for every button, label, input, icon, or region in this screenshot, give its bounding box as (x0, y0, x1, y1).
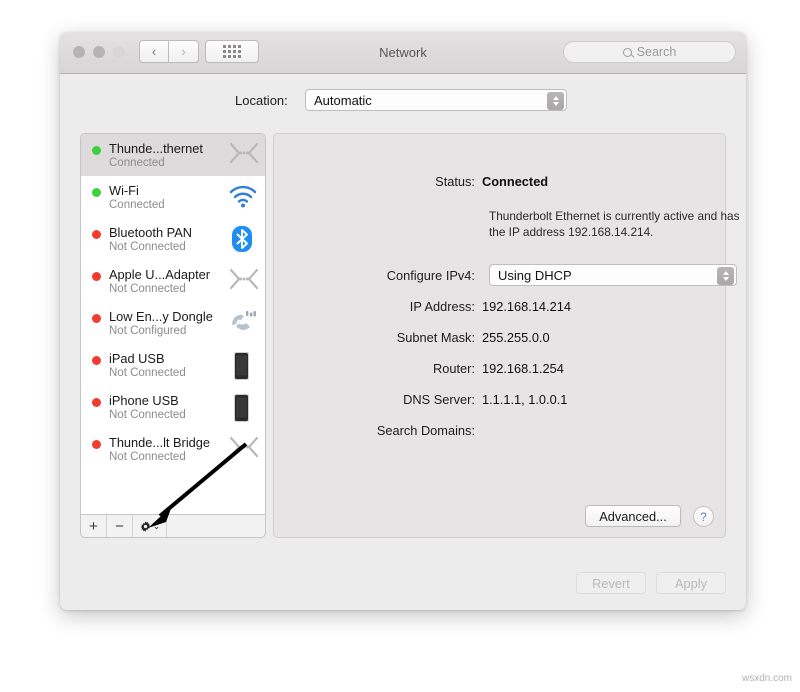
window-titlebar: ‹ › Network Search (60, 32, 746, 74)
service-list-item[interactable]: Thunde...thernetConnected (81, 134, 265, 176)
service-list-item[interactable]: iPad USBNot Connected (81, 344, 265, 386)
location-value: Automatic (314, 93, 372, 108)
apply-label: Apply (675, 576, 707, 591)
add-service-button[interactable]: + (81, 515, 107, 537)
status-dot (92, 314, 101, 323)
search-input[interactable]: Search (563, 41, 736, 63)
dns-server-row: DNS Server: 1.1.1.1, 1.0.0.1 (274, 392, 725, 407)
search-placeholder: Search (637, 45, 677, 59)
status-description: Thunderbolt Ethernet is currently active… (489, 208, 746, 240)
service-list-item[interactable]: Low En...y DongleNot Configured (81, 302, 265, 344)
dns-server-value: 1.1.1.1, 1.0.0.1 (482, 392, 567, 407)
subnet-mask-value: 255.255.0.0 (482, 330, 550, 345)
wifi-icon (228, 183, 258, 211)
ip-address-label: IP Address: (274, 299, 482, 314)
search-domains-row: Search Domains: (274, 423, 725, 438)
advanced-button[interactable]: Advanced... (585, 505, 681, 527)
service-detail-panel: Status: Connected Thunderbolt Ethernet i… (273, 133, 726, 538)
search-domains-label: Search Domains: (274, 423, 482, 438)
router-label: Router: (274, 361, 482, 376)
service-list-item[interactable]: iPhone USBNot Connected (81, 386, 265, 428)
help-button[interactable]: ? (693, 506, 714, 527)
service-actions-menu-button[interactable]: ⌄ (133, 515, 167, 537)
watermark: wsxdn.com (742, 673, 792, 684)
configure-ipv4-label: Configure IPv4: (274, 268, 482, 283)
location-dropdown[interactable]: Automatic (305, 89, 567, 111)
footer-buttons: Revert Apply (576, 572, 726, 594)
bluetooth-icon (228, 225, 256, 253)
service-list-item[interactable]: Thunde...lt BridgeNot Connected (81, 428, 265, 470)
chevron-updown-icon (547, 92, 564, 110)
modem-phone-icon (228, 309, 258, 335)
service-list-item[interactable]: Bluetooth PANNot Connected (81, 218, 265, 260)
thunderbolt-ethernet-icon (228, 267, 258, 295)
advanced-label: Advanced... (599, 509, 667, 524)
search-icon (623, 48, 632, 57)
remove-service-button[interactable]: − (107, 515, 133, 537)
iphone-device-icon (228, 393, 254, 423)
status-dot (92, 398, 101, 407)
status-label: Status: (274, 174, 482, 189)
ipad-device-icon (228, 351, 258, 379)
router-row: Router: 192.168.1.254 (274, 361, 725, 376)
toolbar-filler (167, 515, 265, 537)
gear-icon (139, 520, 152, 533)
dns-server-label: DNS Server: (274, 392, 482, 407)
status-dot (92, 356, 101, 365)
status-dot (92, 230, 101, 239)
location-row: Location: Automatic (60, 85, 746, 115)
thunderbolt-ethernet-icon (228, 141, 260, 165)
ip-address-row: IP Address: 192.168.14.214 (274, 299, 725, 314)
iphone-device-icon (228, 393, 258, 421)
thunderbolt-ethernet-icon (228, 435, 258, 463)
status-dot (92, 188, 101, 197)
wifi-icon (228, 183, 258, 209)
subnet-mask-row: Subnet Mask: 255.255.0.0 (274, 330, 725, 345)
network-service-list[interactable]: Thunde...thernetConnectedWi-FiConnectedB… (80, 133, 266, 515)
minus-icon: − (115, 518, 124, 535)
status-value: Connected (482, 174, 548, 189)
status-row: Status: Connected (274, 174, 725, 189)
service-list-item[interactable]: Wi-FiConnected (81, 176, 265, 218)
network-preferences-window: ‹ › Network Search Location: Automatic T… (60, 32, 746, 610)
ipad-device-icon (228, 351, 254, 381)
bluetooth-icon (228, 225, 258, 253)
ip-address-value: 192.168.14.214 (482, 299, 571, 314)
configure-ipv4-dropdown[interactable]: Using DHCP (489, 264, 737, 286)
revert-label: Revert (592, 576, 630, 591)
modem-phone-icon (228, 309, 258, 337)
thunderbolt-ethernet-icon (228, 435, 260, 459)
subnet-mask-label: Subnet Mask: (274, 330, 482, 345)
revert-button[interactable]: Revert (576, 572, 646, 594)
router-value: 192.168.1.254 (482, 361, 564, 376)
service-list-toolbar: + − ⌄ (80, 515, 266, 538)
location-label: Location: (235, 93, 288, 108)
plus-icon: + (89, 518, 98, 535)
chevron-updown-icon (717, 267, 734, 285)
configure-ipv4-value: Using DHCP (498, 268, 572, 283)
question-mark-icon: ? (700, 510, 707, 524)
status-dot (92, 272, 101, 281)
status-dot (92, 146, 101, 155)
thunderbolt-ethernet-icon (228, 267, 260, 291)
status-dot (92, 440, 101, 449)
apply-button[interactable]: Apply (656, 572, 726, 594)
chevron-down-icon: ⌄ (153, 521, 161, 532)
thunderbolt-ethernet-icon (228, 141, 258, 169)
service-list-item[interactable]: Apple U...AdapterNot Connected (81, 260, 265, 302)
